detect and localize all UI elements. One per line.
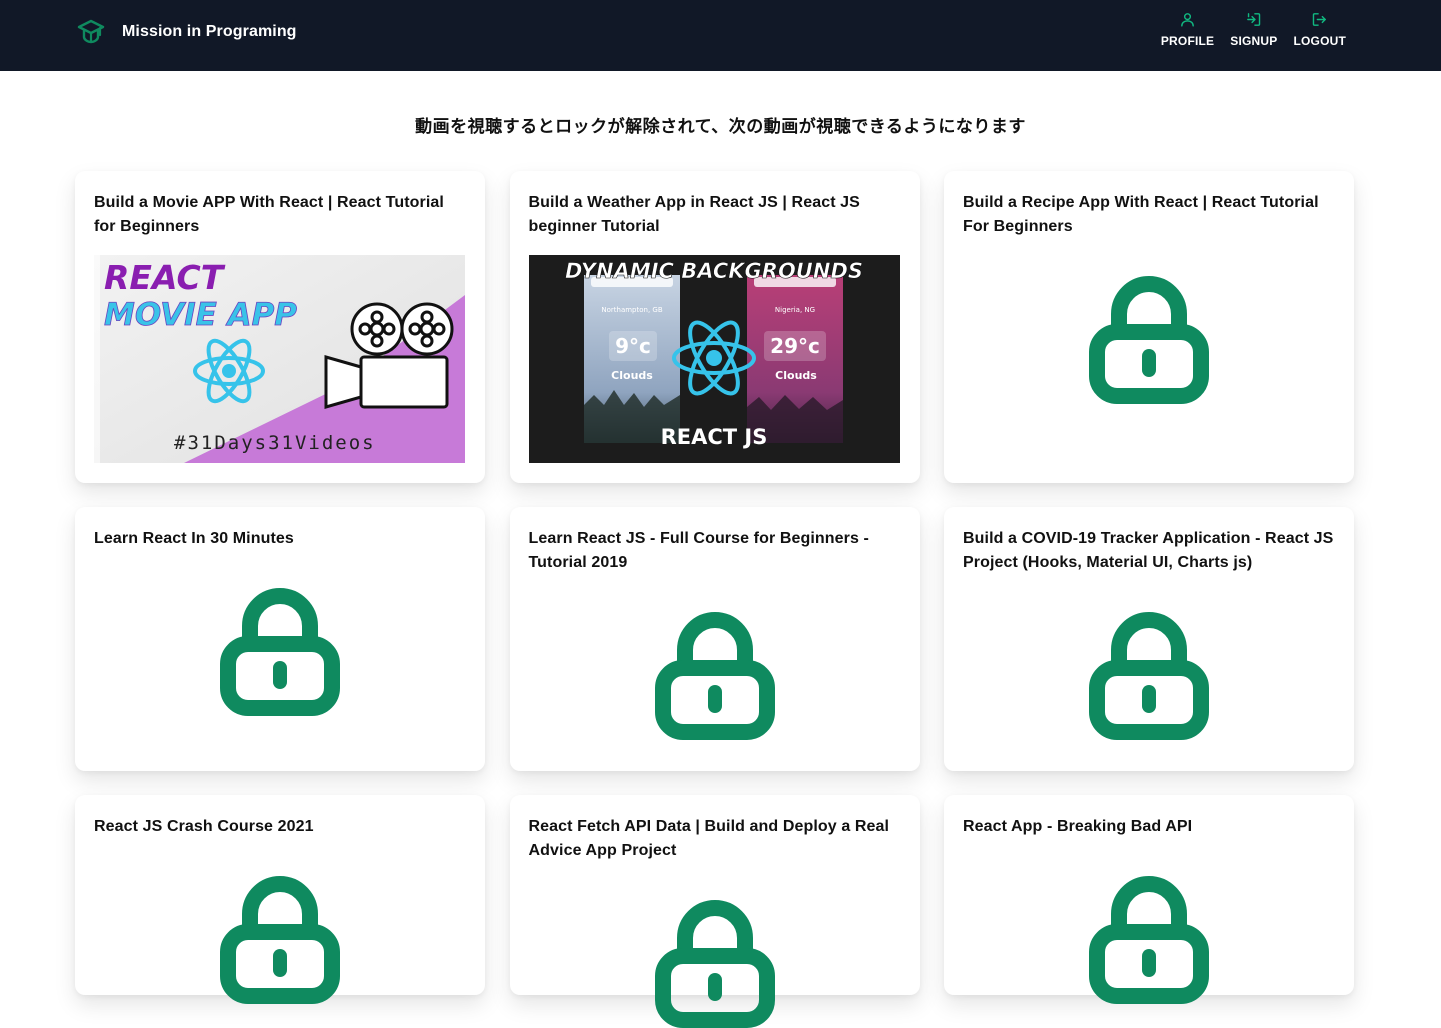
thumb-movieapp-text: MOVIE APP xyxy=(104,297,297,333)
logout-icon xyxy=(1313,13,1327,26)
video-title: Build a Weather App in React JS | React … xyxy=(528,194,860,235)
video-title: Build a Recipe App With React | React Tu… xyxy=(963,194,1319,235)
video-title: React App - Breaking Bad API xyxy=(963,818,1193,835)
video-card-locked[interactable]: React App - Breaking Bad API xyxy=(944,795,1354,1004)
video-title: Learn React JS - Full Course for Beginne… xyxy=(528,530,869,571)
weather-app-thumbnail[interactable]: Northampton, GB Nigeria, NG 9°c 29°c Clo… xyxy=(528,255,900,463)
thumb-right-cond: Clouds xyxy=(775,369,817,382)
lock-icon xyxy=(654,900,775,1028)
lock-icon xyxy=(220,588,340,716)
video-title: React Fetch API Data | Build and Deploy … xyxy=(528,818,890,859)
video-card-locked[interactable]: Build a COVID-19 Tracker Application - R… xyxy=(944,507,1354,771)
lock-icon xyxy=(654,612,775,740)
lock-icon xyxy=(1089,276,1209,404)
thumb-hashtag-text: #31Days31Videos xyxy=(174,432,376,454)
lock-icon xyxy=(220,876,340,1004)
nav-links: PROFILE SIGNUP LOGOUT xyxy=(1153,11,1354,48)
video-card-locked[interactable]: React Fetch API Data | Build and Deploy … xyxy=(509,795,920,1028)
login-icon xyxy=(1247,13,1261,26)
video-card[interactable]: Build a Weather App in React JS | React … xyxy=(509,171,920,483)
brand-link[interactable]: Mission in Programing xyxy=(77,16,297,48)
thumb-left-city: Northampton, GB xyxy=(601,306,662,314)
video-card-locked[interactable]: React JS Crash Course 2021 xyxy=(75,795,485,1004)
video-grid: Build a Movie APP With React | React Tut… xyxy=(75,171,1354,1028)
nav-signup-label: SIGNUP xyxy=(1230,34,1278,48)
user-icon xyxy=(1181,13,1194,27)
graduation-cap-icon xyxy=(77,19,105,44)
thumb-left-temp: 9°c xyxy=(615,334,651,358)
unlock-notice: 動画を視聴するとロックが解除されて、次の動画が視聴できるようになります xyxy=(415,117,1026,136)
video-card-locked[interactable]: Build a Recipe App With React | React Tu… xyxy=(944,171,1354,483)
nav-logout-link[interactable]: LOGOUT xyxy=(1285,11,1354,48)
video-card-locked[interactable]: Learn React In 30 Minutes xyxy=(75,507,485,771)
nav-signup-link[interactable]: SIGNUP xyxy=(1222,11,1285,48)
thumb-right-city: Nigeria, NG xyxy=(774,306,814,314)
lock-icon xyxy=(1089,876,1209,1004)
thumb-left-cond: Clouds xyxy=(611,369,653,382)
thumb-react-text: REACT xyxy=(104,258,226,297)
video-title: Build a Movie APP With React | React Tut… xyxy=(94,194,444,235)
top-navbar: Mission in Programing PROFILE SIGNUP LOG… xyxy=(0,0,1441,71)
video-title: React JS Crash Course 2021 xyxy=(94,818,314,835)
thumb-right-temp: 29°c xyxy=(770,334,820,358)
brand-title: Mission in Programing xyxy=(122,23,297,40)
nav-profile-label: PROFILE xyxy=(1160,34,1215,48)
thumb-footer: REACT JS xyxy=(660,425,767,449)
thumb-headline: DYNAMIC BACKGROUNDS xyxy=(564,259,862,283)
movie-app-thumbnail[interactable]: REACT MOVIE APP #31Days31Videos xyxy=(94,255,465,463)
nav-logout-label: LOGOUT xyxy=(1293,34,1346,48)
video-title: Build a COVID-19 Tracker Application - R… xyxy=(963,530,1334,571)
video-card-locked[interactable]: Learn React JS - Full Course for Beginne… xyxy=(509,507,920,771)
video-title: Learn React In 30 Minutes xyxy=(94,530,294,547)
nav-profile-link[interactable]: PROFILE xyxy=(1153,11,1222,48)
lock-icon xyxy=(1089,612,1209,740)
video-card[interactable]: Build a Movie APP With React | React Tut… xyxy=(75,171,485,483)
